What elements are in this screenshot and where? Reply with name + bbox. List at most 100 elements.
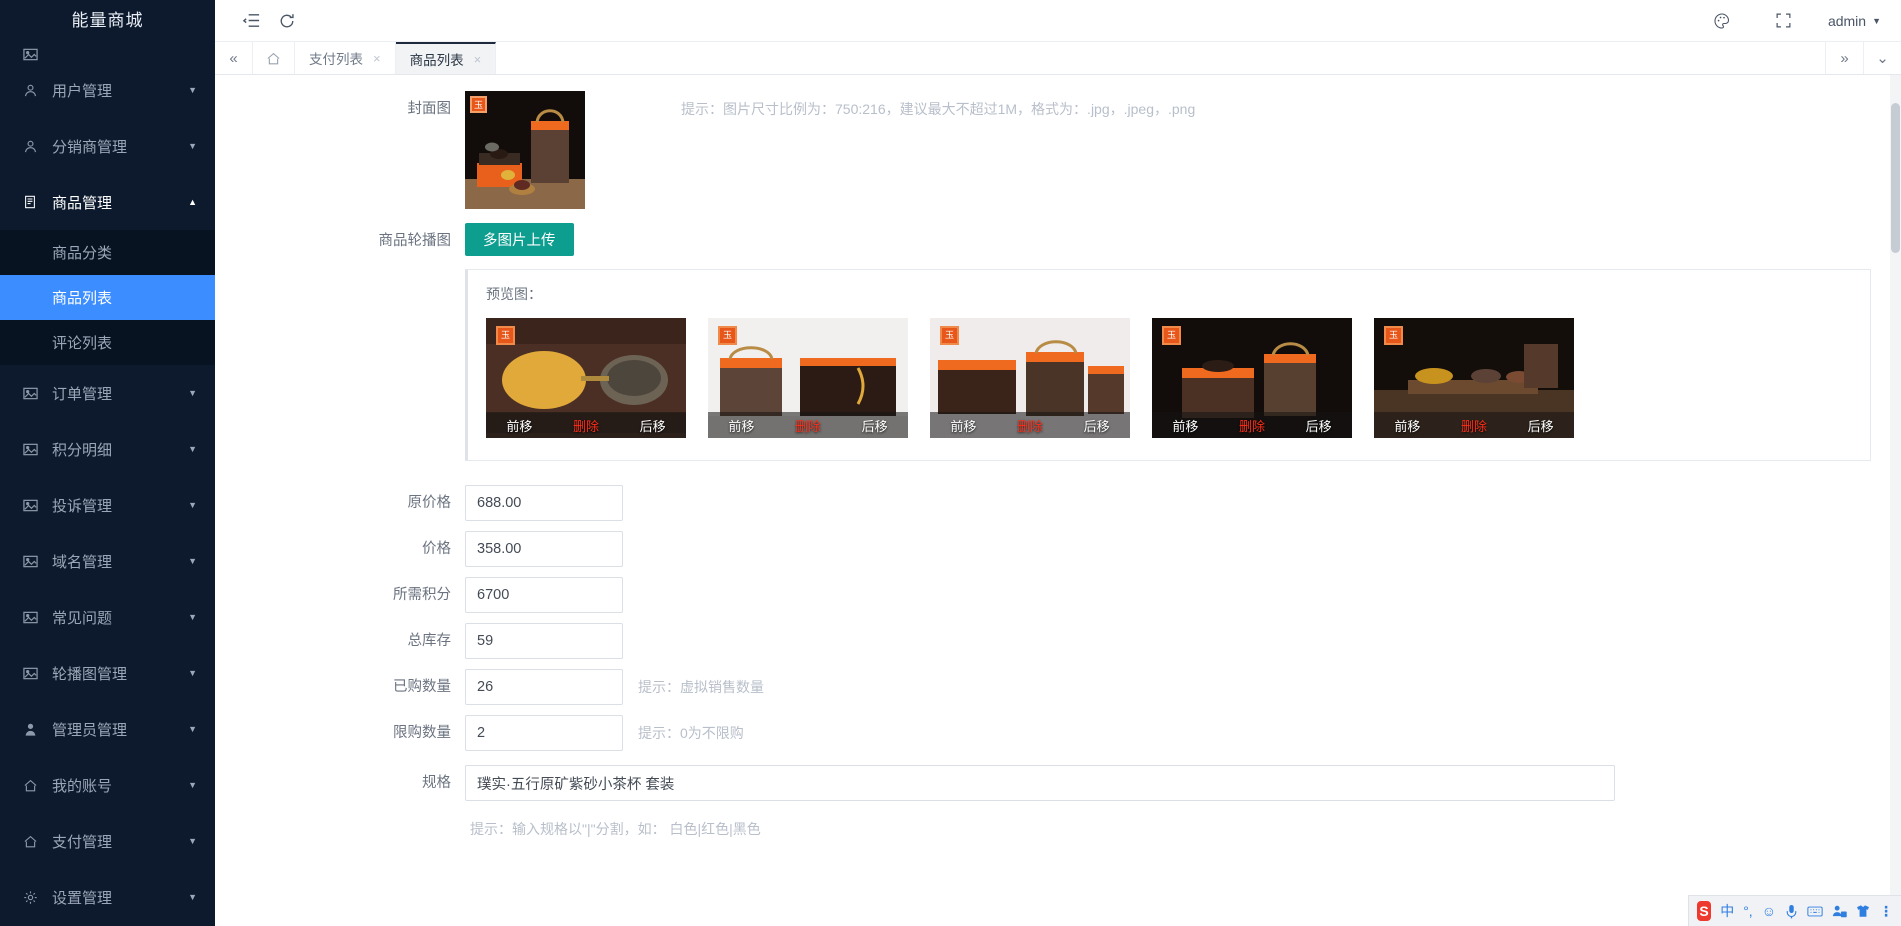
chevron-down-icon: ▼	[188, 84, 197, 95]
user-count-icon[interactable]	[1832, 904, 1847, 918]
sogou-logo-icon[interactable]: S	[1697, 901, 1712, 921]
brand-title: 能量商城	[0, 0, 215, 42]
microphone-icon[interactable]	[1785, 904, 1798, 919]
close-icon[interactable]: ×	[474, 52, 482, 67]
close-icon[interactable]: ×	[373, 51, 381, 66]
sidebar-item-order-management[interactable]: 订单管理 ▼	[0, 365, 215, 421]
sidebar-subitem-label: 商品分类	[52, 245, 113, 262]
sidebar-item-label: 投诉管理	[52, 497, 113, 515]
move-next-button[interactable]: 后移	[1306, 416, 1332, 435]
delete-button[interactable]: 删除	[573, 416, 599, 435]
move-next-button[interactable]: 后移	[862, 416, 888, 435]
sidebar-item-points-detail[interactable]: 积分明细 ▼	[0, 421, 215, 477]
move-prev-button[interactable]: 前移	[1394, 416, 1420, 435]
move-next-button[interactable]: 后移	[640, 416, 666, 435]
purchase-limit-input[interactable]	[465, 715, 623, 751]
purchased-count-input[interactable]	[465, 669, 623, 705]
sidebar-item-label: 我的账号	[52, 777, 113, 795]
carousel-thumb[interactable]: 玉 前移 删除 后移	[1152, 318, 1352, 438]
keyboard-icon[interactable]	[1807, 905, 1823, 918]
sidebar-item-complaint-management[interactable]: 投诉管理 ▼	[0, 477, 215, 533]
carousel-thumb-actions: 前移 删除 后移	[930, 412, 1130, 438]
delete-button[interactable]: 删除	[1461, 416, 1487, 435]
shirt-icon[interactable]	[1856, 904, 1870, 918]
carousel-thumb-list: 玉 前移 删除 后移 玉 前移 删除 后移 玉 前移 删除 后移 玉 前移 删除…	[486, 318, 1852, 438]
tab-product-list[interactable]: 商品列表 ×	[395, 42, 497, 74]
sidebar-item-product-management[interactable]: 商品管理 ▲	[0, 174, 215, 230]
sidebar-item-admin-management[interactable]: 管理员管理 ▼	[0, 701, 215, 757]
cover-image-row: 封面图 玉 提示：图片尺寸比例为：750:216，建议最大不超过1M，格式为：.…	[215, 91, 1901, 209]
carousel-thumb[interactable]: 玉 前移 删除 后移	[930, 318, 1130, 438]
move-next-button[interactable]: 后移	[1084, 416, 1110, 435]
move-next-button[interactable]: 后移	[1528, 416, 1554, 435]
sidebar-item-distributor-management[interactable]: 分销商管理 ▼	[0, 118, 215, 174]
ime-menu-icon[interactable]: ⋮	[1879, 903, 1893, 920]
image-icon	[20, 610, 40, 625]
collapse-menu-icon[interactable]	[233, 3, 269, 39]
delete-button[interactable]: 删除	[1239, 416, 1265, 435]
delete-button[interactable]: 删除	[795, 416, 821, 435]
chevron-down-icon: ▼	[188, 387, 197, 398]
product-form: 封面图 玉 提示：图片尺寸比例为：750:216，建议最大不超过1M，格式为：.…	[215, 75, 1901, 926]
move-prev-button[interactable]: 前移	[950, 416, 976, 435]
user-menu[interactable]: admin ▼	[1828, 13, 1881, 29]
move-prev-button[interactable]: 前移	[1172, 416, 1198, 435]
sidebar-subitem-product-list[interactable]: 商品列表	[0, 275, 215, 320]
sidebar-item-domain-management[interactable]: 域名管理 ▼	[0, 533, 215, 589]
sidebar: 能量商城 用户管理 ▼ 分销商管理 ▼ 商品管理 ▲ 商品分类 商品列表 评论列…	[0, 0, 215, 926]
original-price-input[interactable]	[465, 485, 623, 521]
sidebar-item-faq[interactable]: 常见问题 ▼	[0, 589, 215, 645]
sidebar-item-label: 域名管理	[52, 553, 113, 571]
multi-image-upload-button[interactable]: 多图片上传	[465, 223, 574, 256]
scrollbar-thumb[interactable]	[1891, 103, 1900, 253]
punctuation-icon[interactable]: °,	[1743, 903, 1753, 919]
sidebar-item-settings-management[interactable]: 设置管理 ▼	[0, 869, 215, 925]
sidebar-subitem-comment-list[interactable]: 评论列表	[0, 320, 215, 365]
sidebar-item-user-management[interactable]: 用户管理 ▼	[0, 62, 215, 118]
carousel-thumb[interactable]: 玉 前移 删除 后移	[486, 318, 686, 438]
total-stock-input[interactable]	[465, 623, 623, 659]
user-icon	[20, 83, 40, 98]
person-icon	[20, 722, 40, 737]
spec-hint: 提示：输入规格以"|"分割，如： 白色|红色|黑色	[470, 821, 761, 837]
emoji-icon[interactable]: ☺	[1762, 903, 1776, 919]
palette-icon[interactable]	[1704, 3, 1740, 39]
fullscreen-icon[interactable]	[1766, 3, 1802, 39]
carousel-thumb[interactable]: 玉 前移 删除 后移	[708, 318, 908, 438]
cover-image-thumbnail[interactable]: 玉	[465, 91, 585, 209]
sidebar-subitem-product-category[interactable]: 商品分类	[0, 230, 215, 275]
sidebar-item-carousel-management[interactable]: 轮播图管理 ▼	[0, 645, 215, 701]
sidebar-item-partial[interactable]	[0, 42, 215, 62]
move-prev-button[interactable]: 前移	[506, 416, 532, 435]
delete-button[interactable]: 删除	[1017, 416, 1043, 435]
carousel-thumb-badge: 玉	[496, 326, 515, 345]
carousel-thumb-badge: 玉	[1384, 326, 1403, 345]
carousel-thumb-badge: 玉	[940, 326, 959, 345]
price-input[interactable]	[465, 531, 623, 567]
tab-scroll-right-button[interactable]: »	[1825, 42, 1863, 74]
spec-input[interactable]	[465, 765, 1615, 801]
original-price-label: 原价格	[407, 495, 452, 511]
sidebar-item-my-account[interactable]: 我的账号 ▼	[0, 757, 215, 813]
sidebar-item-label: 支付管理	[52, 833, 113, 851]
user-name: admin	[1827, 12, 1867, 29]
language-mode-icon[interactable]: 中	[1720, 901, 1734, 921]
doc-icon	[20, 195, 40, 209]
image-icon	[20, 386, 40, 401]
field-row-price: 价格	[215, 531, 1901, 567]
carousel-thumb-actions: 前移 删除 后移	[708, 412, 908, 438]
tab-payment-list[interactable]: 支付列表 ×	[295, 42, 396, 74]
tab-dropdown-button[interactable]: ⌄	[1863, 42, 1901, 74]
move-prev-button[interactable]: 前移	[728, 416, 754, 435]
spec-label: 规格	[422, 775, 451, 791]
required-points-input[interactable]	[465, 577, 623, 613]
refresh-icon[interactable]	[269, 3, 305, 39]
chevron-down-icon: ▼	[188, 891, 197, 902]
sidebar-item-payment-management[interactable]: 支付管理 ▼	[0, 813, 215, 869]
field-row-required-points: 所需积分	[215, 577, 1901, 613]
carousel-thumb[interactable]: 玉 前移 删除 后移	[1374, 318, 1574, 438]
tab-scroll-left-button[interactable]: «	[215, 42, 253, 74]
carousel-thumb-actions: 前移 删除 后移	[1374, 412, 1574, 438]
vertical-scrollbar[interactable]	[1890, 75, 1901, 926]
home-icon[interactable]	[253, 42, 295, 74]
